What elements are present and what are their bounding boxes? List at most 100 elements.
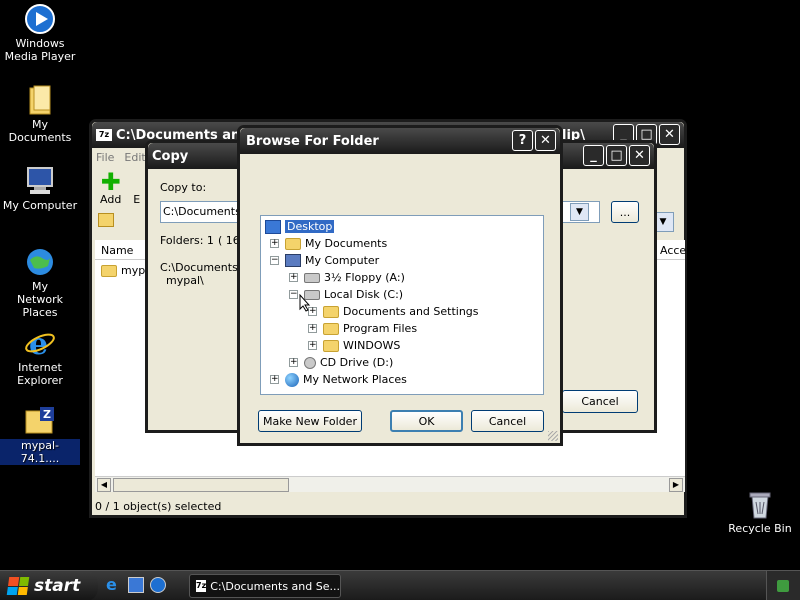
- folder-icon: [323, 322, 339, 335]
- browse-button[interactable]: ...: [611, 201, 639, 223]
- tree-item-floppy[interactable]: + 3½ Floppy (A:): [289, 269, 405, 286]
- desktop-icon-label: mypal-74.1....: [0, 439, 80, 465]
- tree-item-windows[interactable]: + WINDOWS: [308, 337, 400, 354]
- plus-icon: ✚: [100, 168, 121, 196]
- desktop-icon-windows-media-player[interactable]: Windows Media Player: [0, 3, 80, 63]
- folder-icon: [24, 84, 56, 116]
- tree-item-my-computer[interactable]: − My Computer: [270, 252, 379, 269]
- ok-button[interactable]: OK: [390, 410, 463, 432]
- taskbar-button-7zip[interactable]: 7z C:\Documents and Se...: [189, 574, 341, 598]
- tree-label: Documents and Settings: [343, 305, 479, 318]
- resize-grip-icon[interactable]: [548, 431, 558, 441]
- internet-explorer-icon: e: [24, 327, 56, 362]
- tree-item-cd-drive[interactable]: + CD Drive (D:): [289, 354, 393, 371]
- desktop-icon-my-documents[interactable]: My Documents: [0, 84, 80, 144]
- tree-label: 3½ Floppy (A:): [324, 271, 405, 284]
- maximize-button[interactable]: □: [606, 145, 627, 166]
- minimize-button[interactable]: _: [583, 145, 604, 166]
- browse-for-folder-dialog: Browse For Folder ? ✕ Desktop + My Docum…: [237, 125, 563, 446]
- 7zip-icon: 7z: [196, 580, 207, 592]
- add-label: Add: [100, 193, 122, 206]
- tree-label: WINDOWS: [343, 339, 401, 352]
- system-tray: [766, 571, 800, 600]
- folder-icon: [323, 339, 339, 352]
- add-button[interactable]: ✚ Add: [100, 168, 122, 206]
- 7zip-icon: 7z: [96, 129, 112, 141]
- help-button[interactable]: ?: [512, 130, 533, 151]
- desktop-icon-my-computer[interactable]: My Computer: [0, 165, 80, 212]
- close-button[interactable]: ✕: [535, 130, 556, 151]
- scroll-thumb[interactable]: [113, 478, 289, 492]
- copy-to-label: Copy to:: [160, 181, 207, 194]
- floppy-drive-icon: [304, 272, 320, 283]
- cancel-button[interactable]: Cancel: [471, 410, 544, 432]
- svg-text:e: e: [29, 327, 48, 359]
- collapse-icon[interactable]: −: [289, 290, 298, 299]
- source-path-line1: C:\Documents a: [160, 261, 249, 274]
- desktop-icon-label: Windows Media Player: [4, 37, 76, 63]
- computer-icon: [285, 254, 301, 267]
- windows-media-player-icon: [24, 3, 56, 35]
- quick-launch: e: [106, 577, 166, 593]
- horizontal-scrollbar[interactable]: ◀ ▶: [95, 476, 685, 492]
- expand-icon[interactable]: +: [289, 358, 298, 367]
- path-dropdown-icon[interactable]: ▼: [570, 203, 589, 221]
- desktop-icon-label: Recycle Bin: [728, 522, 792, 535]
- expand-icon[interactable]: +: [289, 273, 298, 282]
- collapse-icon[interactable]: −: [270, 256, 279, 265]
- scroll-left-icon[interactable]: ◀: [97, 478, 111, 492]
- close-button[interactable]: ✕: [659, 124, 680, 145]
- internet-explorer-icon[interactable]: e: [106, 577, 122, 593]
- svg-text:Z: Z: [43, 408, 51, 421]
- tree-item-desktop[interactable]: Desktop: [265, 218, 335, 235]
- tree-item-program-files[interactable]: + Program Files: [308, 320, 417, 337]
- desktop-icon-recycle-bin[interactable]: Recycle Bin: [720, 488, 800, 535]
- desktop-icon-label: My Documents: [8, 118, 72, 144]
- make-new-folder-button[interactable]: Make New Folder: [258, 410, 362, 432]
- folder-icon: [285, 237, 301, 250]
- tree-label: Desktop: [285, 220, 335, 233]
- tree-item-network-places[interactable]: + My Network Places: [270, 371, 407, 388]
- media-player-icon[interactable]: [150, 577, 166, 593]
- 7zip-archive-icon: Z: [24, 405, 56, 437]
- start-button[interactable]: start: [0, 571, 98, 600]
- windows-flag-icon: [6, 577, 30, 595]
- task-label: C:\Documents and Se...: [210, 579, 340, 593]
- expand-icon[interactable]: +: [308, 341, 317, 350]
- cd-drive-icon: [304, 356, 316, 369]
- folder-icon: [101, 264, 117, 277]
- tree-item-documents-and-settings[interactable]: + Documents and Settings: [308, 303, 479, 320]
- tree-label: Program Files: [343, 322, 418, 335]
- start-label: start: [34, 576, 81, 596]
- expand-icon[interactable]: +: [270, 239, 279, 248]
- folders-info: Folders: 1: [160, 234, 214, 247]
- source-path-line2: mypal\: [166, 274, 204, 287]
- column-accessed[interactable]: Acce: [660, 244, 686, 257]
- status-bar-text: 0 / 1 object(s) selected: [95, 500, 222, 513]
- show-desktop-icon[interactable]: [128, 577, 144, 593]
- desktop-icon-label: My Computer: [2, 199, 78, 212]
- tree-label: My Documents: [305, 237, 388, 250]
- cancel-button[interactable]: Cancel: [562, 390, 638, 413]
- taskbar: start e 7z C:\Documents and Se...: [0, 570, 800, 600]
- folder-tree[interactable]: Desktop + My Documents − My Computer + 3…: [260, 215, 544, 395]
- browse-title-bar[interactable]: Browse For Folder ? ✕: [240, 128, 560, 154]
- tree-item-my-documents[interactable]: + My Documents: [270, 235, 387, 252]
- menu-edit[interactable]: Edit: [124, 151, 145, 164]
- desktop-icon-internet-explorer[interactable]: e Internet Explorer: [0, 327, 80, 387]
- menu-file[interactable]: File: [96, 151, 114, 164]
- expand-icon[interactable]: +: [270, 375, 279, 384]
- up-folder-icon[interactable]: [98, 213, 114, 227]
- expand-icon[interactable]: +: [308, 324, 317, 333]
- desktop-icon-mypal-archive[interactable]: Z mypal-74.1....: [0, 405, 80, 465]
- tree-label: CD Drive (D:): [320, 356, 394, 369]
- safely-remove-hardware-icon[interactable]: [777, 580, 789, 592]
- desktop-icon-my-network-places[interactable]: My Network Places: [0, 246, 80, 319]
- desktop-icon-label: My Network Places: [17, 280, 63, 319]
- tree-label: My Computer: [305, 254, 380, 267]
- column-name[interactable]: Name: [101, 244, 133, 257]
- mouse-cursor-icon: [299, 294, 311, 312]
- scroll-right-icon[interactable]: ▶: [669, 478, 683, 492]
- close-button[interactable]: ✕: [629, 145, 650, 166]
- extract-label[interactable]: E: [133, 193, 140, 206]
